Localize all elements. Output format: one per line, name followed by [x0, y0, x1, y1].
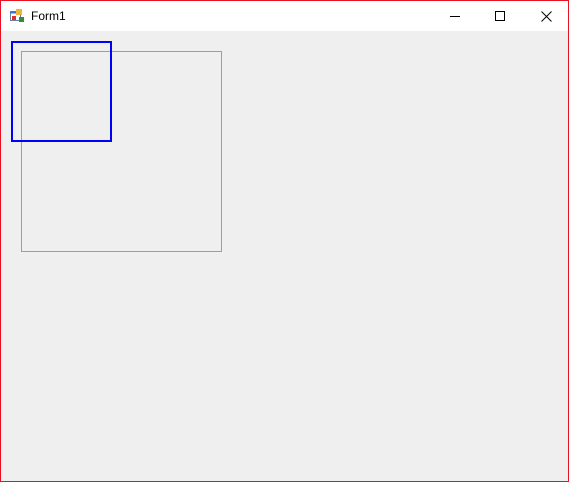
- minimize-icon: [450, 16, 460, 17]
- title-bar[interactable]: Form1: [1, 1, 568, 31]
- form-app-icon[interactable]: [10, 9, 24, 23]
- maximize-button[interactable]: [477, 1, 523, 31]
- app-window: Form1: [0, 0, 569, 482]
- window-title: Form1: [31, 9, 66, 23]
- minimize-button[interactable]: [432, 1, 478, 31]
- blue-square-outline: [11, 41, 112, 142]
- close-button[interactable]: [523, 1, 569, 31]
- close-icon: [540, 10, 552, 22]
- maximize-icon: [495, 11, 505, 21]
- form-client-area[interactable]: [1, 31, 568, 481]
